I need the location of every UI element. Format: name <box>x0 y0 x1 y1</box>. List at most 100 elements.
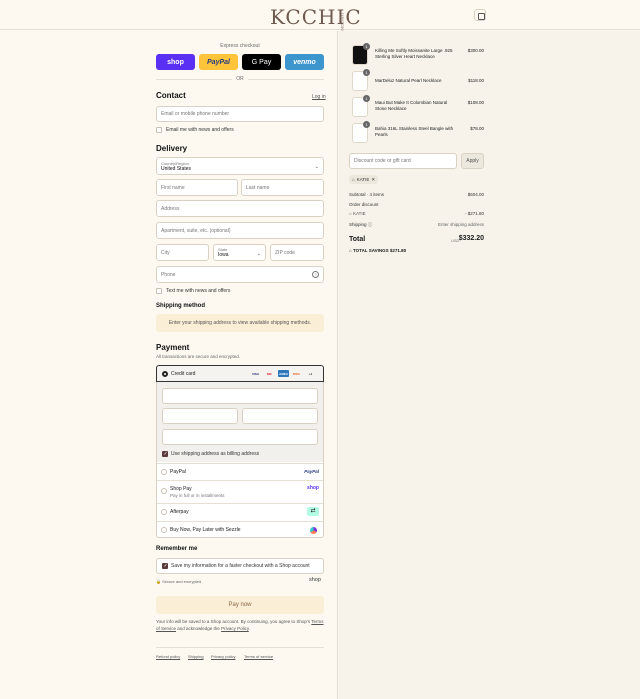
contact-heading: Contact <box>156 91 186 100</box>
apartment-placeholder: Apartment, suite, etc. (optional) <box>161 227 231 234</box>
discount-placeholder: Discount code or gift card <box>354 158 411 164</box>
savings-label: TOTAL SAVINGS <box>352 248 389 253</box>
address-placeholder: Address <box>161 205 180 212</box>
shop-logo: shop <box>307 485 319 491</box>
logo-text: KCCHIC <box>270 5 362 29</box>
state-select[interactable]: State Iowa ⌄ <box>213 244 266 261</box>
paypal-radio[interactable] <box>161 469 167 475</box>
credit-card-radio[interactable] <box>162 371 168 377</box>
shop-pay-radio[interactable] <box>161 488 167 494</box>
remember-me-heading: Remember me <box>156 546 198 552</box>
item-price: $118.00 <box>468 78 484 83</box>
afterpay-option[interactable]: Afterpay ⇄ <box>157 503 323 520</box>
savings-tag-icon: ⌂ <box>349 248 352 253</box>
info-icon[interactable]: ⓘ <box>368 222 373 227</box>
shipping-policy-link[interactable]: Shipping <box>188 654 204 659</box>
last-name-placeholder: Last name <box>246 184 270 191</box>
pay-now-label: Pay now <box>228 602 252 608</box>
shop-pay-option[interactable]: Shop Pay Pay in full or in installments … <box>157 480 323 502</box>
legal-text: Your info will be saved to a Shop accoun… <box>156 618 324 632</box>
card-name-field[interactable] <box>162 429 318 445</box>
privacy-link[interactable]: Privacy Policy <box>221 626 249 631</box>
sezzle-option[interactable]: Buy Now, Pay Later with Sezzle <box>157 521 323 538</box>
credit-card-option[interactable]: Credit card VISA MC AMEX DISC +4 <box>156 365 324 382</box>
product-image: 1 <box>352 121 370 143</box>
order-discount-label: Order discount <box>349 202 379 207</box>
news-checkbox[interactable] <box>156 127 162 133</box>
news-label: Email me with news and offers <box>166 127 234 133</box>
amex-icon: AMEX <box>278 370 289 377</box>
item-price: $78.00 <box>470 126 484 131</box>
quantity-badge: 1 <box>363 121 370 128</box>
shipping-method-heading: Shipping method <box>156 303 205 309</box>
product-image: 1 <box>352 69 370 91</box>
shop-pay-button[interactable]: shop <box>156 54 195 70</box>
shipping-notice-text: Enter your shipping address to view avai… <box>168 320 312 326</box>
sezzle-icon <box>310 527 317 534</box>
help-icon[interactable]: ? <box>312 271 319 278</box>
product-image: 1 <box>352 95 370 117</box>
paypal-option[interactable]: PayPal PayPal <box>157 463 323 479</box>
card-cvv-field[interactable] <box>242 408 318 424</box>
product-image: 1 <box>352 43 370 65</box>
card-number-field[interactable] <box>162 388 318 404</box>
first-name-placeholder: First name <box>161 184 185 191</box>
express-checkout-title: Express checkout <box>220 43 260 49</box>
text-offers-checkbox[interactable] <box>156 288 162 294</box>
save-info-label: Save my information for a faster checkou… <box>171 563 310 569</box>
discover-icon: DISC <box>292 371 301 376</box>
mastercard-icon: MC <box>267 371 272 376</box>
item-name: Killing Me Softly Moissanite Large .925 … <box>375 48 453 59</box>
cart-item: 1 MarDeluz Natural Pearl Necklace $118.0… <box>350 69 485 94</box>
discount-chip: ⌂ KATIE ✕ <box>349 175 379 184</box>
first-name-field[interactable]: First name <box>156 179 238 196</box>
sezzle-radio[interactable] <box>161 527 167 533</box>
phone-field[interactable]: Phone ? <box>156 266 324 283</box>
discount-code-row: ⌂ KATIE <box>349 211 366 216</box>
afterpay-icon: ⇄ <box>307 507 319 516</box>
venmo-button[interactable]: venmo <box>285 54 324 70</box>
zip-field[interactable]: ZIP code <box>270 244 324 261</box>
afterpay-radio[interactable] <box>161 509 167 515</box>
or-divider-text: OR <box>232 76 248 82</box>
cart-item: 1 Maui But Make It Colombian Natural Sto… <box>350 95 485 120</box>
shop-footer-logo: shop <box>309 577 321 583</box>
login-link[interactable]: Log in <box>312 94 326 100</box>
privacy-policy-link[interactable]: Privacy policy <box>211 654 235 659</box>
save-info-box[interactable]: Save my information for a faster checkou… <box>156 558 324 574</box>
last-name-field[interactable]: Last name <box>241 179 324 196</box>
item-name: Maui But Make It Colombian Natural Stone… <box>375 100 448 111</box>
shop-pay-label: Shop Pay <box>170 486 192 492</box>
country-select[interactable]: Country/Region United States ⌄ <box>156 157 324 175</box>
afterpay-label: Afterpay <box>170 509 189 515</box>
apartment-field[interactable]: Apartment, suite, etc. (optional) <box>156 222 324 239</box>
shopping-bag-icon[interactable] <box>474 9 486 21</box>
paypal-label: PayPal <box>170 469 186 475</box>
legal-end: . <box>248 626 251 631</box>
brand-logo[interactable]: KCCHIC DESIGNS <box>262 5 378 33</box>
city-field[interactable]: City <box>156 244 209 261</box>
quantity-badge: 1 <box>363 95 370 102</box>
subtotal-label: Subtotal · 4 items <box>349 192 385 197</box>
billing-same-checkbox[interactable] <box>162 451 168 457</box>
quantity-badge: 1 <box>363 69 370 76</box>
savings-value: $271.80 <box>389 248 407 253</box>
paypal-button[interactable]: PayPal <box>199 54 238 70</box>
total-savings: ⌂ TOTAL SAVINGS $271.80 <box>349 248 406 253</box>
cart-item: 1 Killing Me Softly Moissanite Large .92… <box>350 43 485 68</box>
total-label: Total <box>349 236 366 243</box>
address-field[interactable]: Address <box>156 200 324 217</box>
close-icon[interactable]: ✕ <box>371 177 375 183</box>
secure-text: 🔒 Secure and encrypted <box>156 579 202 584</box>
refund-policy-link[interactable]: Refund policy <box>156 654 180 659</box>
terms-of-service-link[interactable]: Terms of service <box>244 654 273 659</box>
discount-code-input[interactable]: Discount code or gift card <box>349 153 457 169</box>
google-pay-button[interactable]: G Pay <box>242 54 281 70</box>
email-field[interactable]: Email or mobile phone number <box>156 106 324 122</box>
shop-pay-sub: Pay in full or in installments <box>170 493 225 498</box>
save-info-checkbox[interactable] <box>162 563 168 569</box>
pay-now-button[interactable]: Pay now <box>156 596 324 614</box>
card-expiry-field[interactable] <box>162 408 238 424</box>
secure-label: Secure and encrypted <box>162 579 202 584</box>
apply-discount-button[interactable]: Apply <box>461 153 484 169</box>
